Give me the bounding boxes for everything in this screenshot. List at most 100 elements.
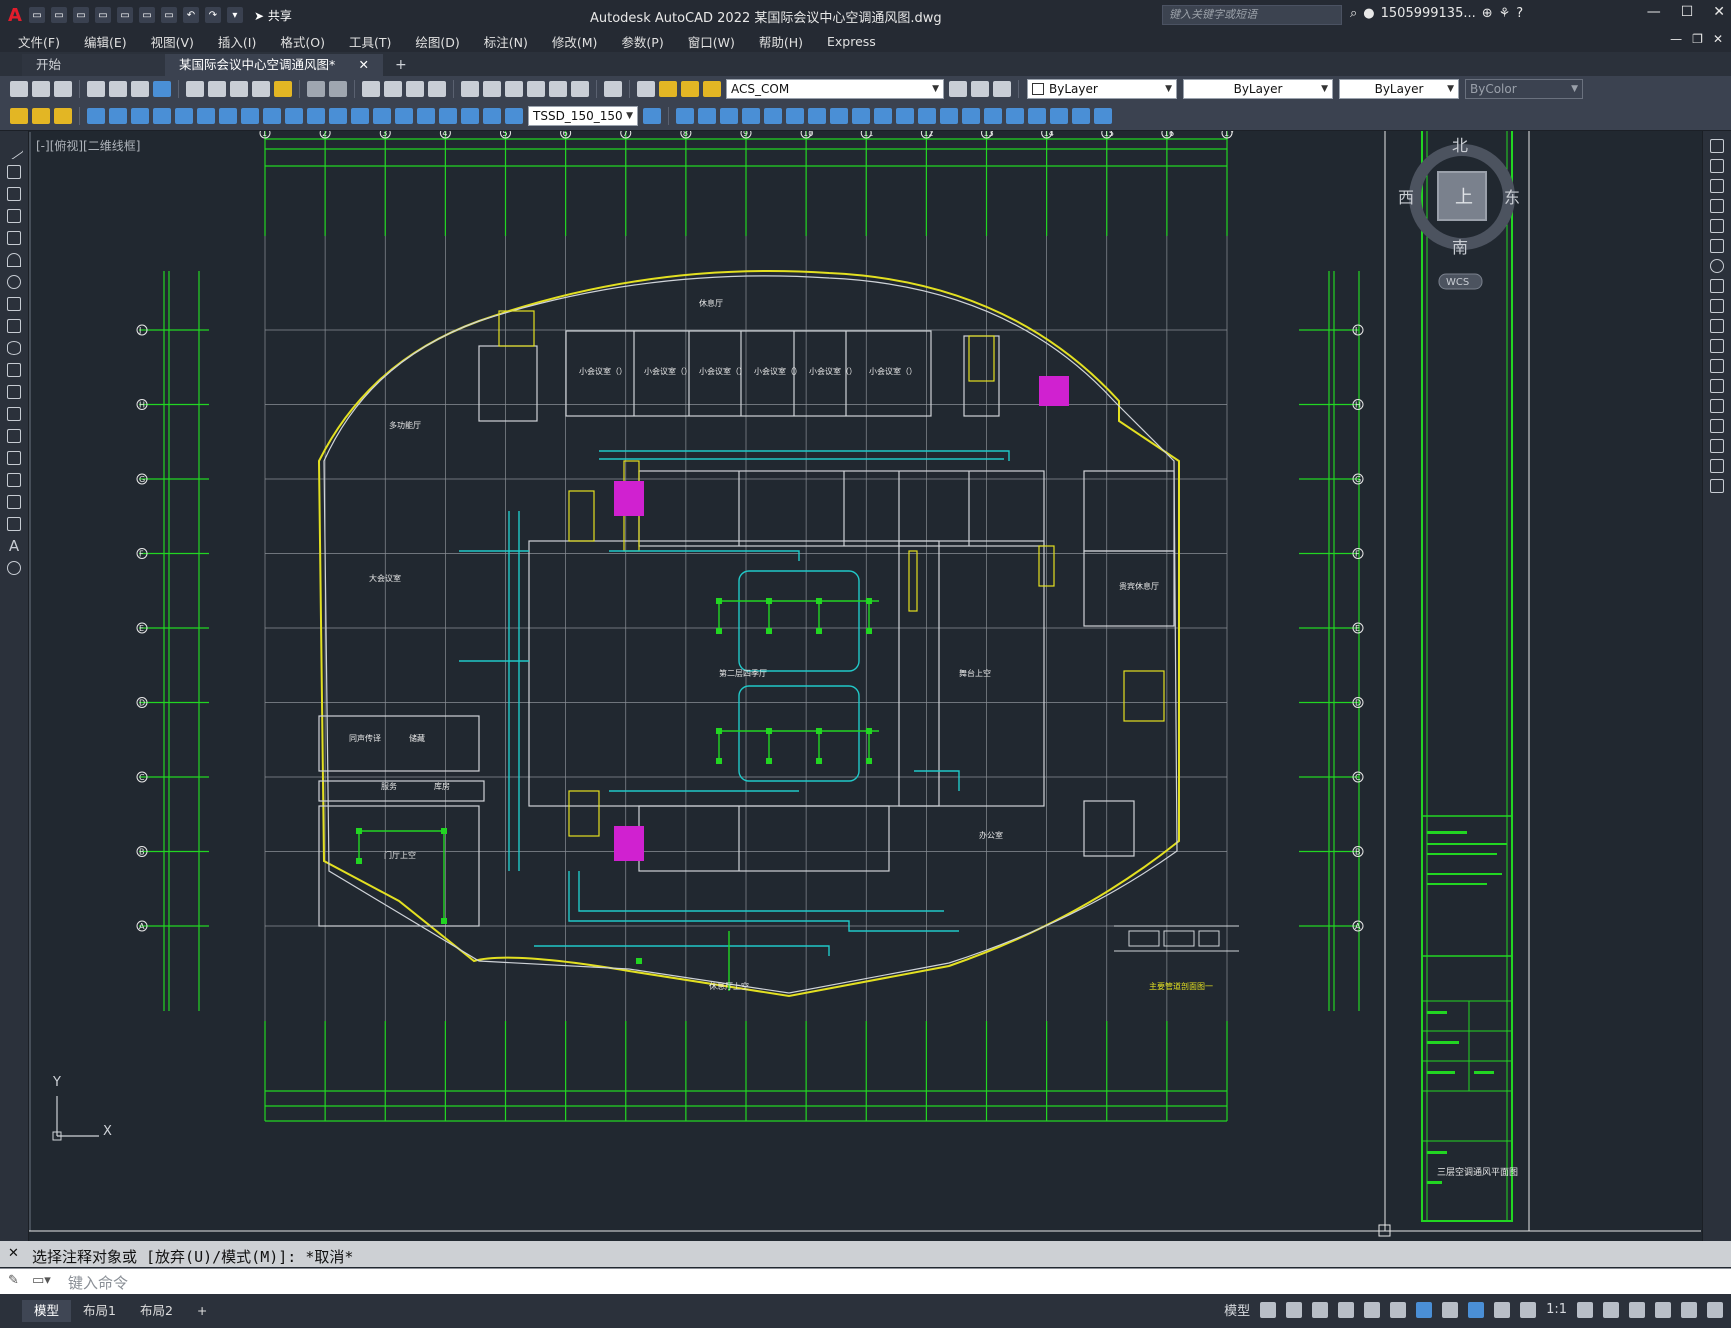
tab-start[interactable]: 开始 [22, 54, 165, 76]
new-tab-button[interactable]: + [383, 54, 419, 76]
plot-preview-icon[interactable] [109, 81, 127, 97]
cart-icon[interactable]: ⊕ [1482, 6, 1493, 21]
markup-icon[interactable] [549, 81, 567, 97]
viewport-controls[interactable]: [-][俯视][二维线框] [36, 137, 140, 154]
save-as-icon[interactable]: ▭ [94, 7, 111, 23]
command-close-icon[interactable]: ✕ [8, 1246, 19, 1261]
baseline-icon[interactable] [285, 108, 303, 124]
layout-tab-2[interactable]: 布局2 [128, 1300, 185, 1322]
copy-icon[interactable] [208, 81, 226, 97]
ordinate-icon[interactable] [153, 108, 171, 124]
modify-erase-icon[interactable] [1006, 108, 1024, 124]
dim-break-icon[interactable] [351, 108, 369, 124]
tab-close-icon[interactable]: ✕ [359, 54, 369, 76]
ortho-icon[interactable] [1312, 1301, 1329, 1318]
save-icon[interactable]: ▭ [72, 7, 89, 23]
circle-icon[interactable] [7, 275, 21, 289]
region-icon[interactable] [7, 495, 21, 509]
wrench-icon[interactable]: ✎ [8, 1273, 19, 1288]
array-icon[interactable] [1710, 219, 1724, 233]
compass-south[interactable]: 南 [1452, 238, 1468, 257]
customize-icon[interactable] [1707, 1301, 1723, 1318]
erase-icon[interactable] [1710, 139, 1724, 153]
cut-icon[interactable] [186, 81, 204, 97]
modify-chamfer-icon[interactable] [940, 108, 958, 124]
zoom-previous-icon[interactable] [428, 81, 446, 97]
line-icon[interactable] [4, 140, 24, 160]
dimstyle-dropdown[interactable]: TSSD_150_150 ▼ [528, 106, 638, 126]
move-icon[interactable] [1710, 239, 1724, 253]
plus-icon[interactable] [1603, 1301, 1619, 1318]
modify-extend-icon[interactable] [874, 108, 892, 124]
redo-icon[interactable] [329, 81, 347, 97]
dim-space-icon[interactable] [329, 108, 347, 124]
menu-draw[interactable]: 绘图(D) [403, 32, 471, 51]
menu-dimension[interactable]: 标注(N) [472, 32, 540, 51]
workspace-icon[interactable]: ▾ [226, 7, 243, 23]
search-input[interactable]: 键入关键字或短语 [1162, 5, 1342, 25]
command-input[interactable]: 键入命令 [68, 1272, 128, 1293]
user-icon[interactable]: ● [1363, 6, 1374, 21]
dim-update-icon[interactable] [505, 108, 523, 124]
join-icon[interactable] [1710, 399, 1724, 413]
menu-express[interactable]: Express [815, 34, 888, 49]
plot-icon[interactable]: ▭ [160, 7, 177, 23]
chamfer-icon[interactable] [1710, 419, 1724, 433]
zoom-window-icon[interactable] [406, 81, 424, 97]
modify-break-icon[interactable] [896, 108, 914, 124]
polygon-icon[interactable] [7, 209, 21, 223]
drawing-canvas[interactable]: 三层空调通风平面图 主要管道剖面图一 1 2 3 4 5 6 7 8 9 10 … [29, 120, 1701, 1241]
annotation-visibility-icon[interactable] [1468, 1301, 1485, 1318]
zoom-realtime-icon[interactable] [384, 81, 402, 97]
layout-tab-1[interactable]: 布局1 [71, 1300, 128, 1322]
jogged-linear-icon[interactable] [439, 108, 457, 124]
plot-icon[interactable] [87, 81, 105, 97]
search-icon[interactable]: ⌕ [1350, 6, 1357, 21]
compass-east[interactable]: 东 [1504, 188, 1520, 207]
open-file-icon[interactable]: ▭ [50, 7, 67, 23]
drawing-svg[interactable]: 三层空调通风平面图 主要管道剖面图一 1 2 3 4 5 6 7 8 9 10 … [29, 120, 1701, 1241]
layer-on-icon[interactable] [659, 81, 677, 97]
new-icon[interactable] [10, 81, 28, 97]
tool-palettes-icon[interactable] [505, 81, 523, 97]
scale-value[interactable]: 1:1 [1546, 1302, 1567, 1317]
new-file-icon[interactable]: ▭ [28, 7, 45, 23]
isolate-icon[interactable] [1655, 1301, 1671, 1318]
table-icon[interactable] [7, 517, 21, 531]
point-icon[interactable] [7, 429, 21, 443]
maximize-icon[interactable]: ☐ [1681, 4, 1694, 20]
copy-icon[interactable] [1710, 159, 1724, 173]
menu-insert[interactable]: 插入(I) [206, 32, 268, 51]
ellipse-arc-icon[interactable] [7, 363, 21, 377]
dim-text-edit-icon[interactable] [483, 108, 501, 124]
dimstyle-icon[interactable] [643, 108, 661, 124]
break-icon[interactable] [1710, 379, 1724, 393]
modify-offset-icon[interactable] [720, 108, 738, 124]
modify-pedit-icon[interactable] [1072, 108, 1090, 124]
lineweight-icon[interactable] [1442, 1301, 1459, 1318]
trim-icon[interactable] [1710, 319, 1724, 333]
menu-modify[interactable]: 修改(M) [540, 32, 610, 51]
modify-copy-icon[interactable] [676, 108, 694, 124]
mtext-icon[interactable]: A [7, 539, 21, 554]
modify-join-icon[interactable] [918, 108, 936, 124]
break-at-point-icon[interactable] [1710, 359, 1724, 373]
paste-icon[interactable] [230, 81, 248, 97]
aligned-dim-icon[interactable] [109, 108, 127, 124]
tolerance-icon[interactable] [373, 108, 391, 124]
doc-minimize-icon[interactable]: — [1670, 32, 1682, 46]
snap-icon[interactable] [1286, 1301, 1303, 1318]
modify-array-icon[interactable] [742, 108, 760, 124]
text-front-icon[interactable] [32, 108, 50, 124]
menu-view[interactable]: 视图(V) [139, 32, 206, 51]
menu-edit[interactable]: 编辑(E) [72, 32, 139, 51]
hardware-accel-icon[interactable] [1629, 1301, 1645, 1318]
undo-icon[interactable]: ↶ [182, 7, 199, 23]
pan-icon[interactable] [362, 81, 380, 97]
publish-icon[interactable] [131, 81, 149, 97]
linetype-dropdown[interactable]: ByLayer ▼ [1183, 79, 1333, 99]
dim-edit-icon[interactable] [461, 108, 479, 124]
add-layout-button[interactable]: + [185, 1300, 219, 1322]
tab-drawing[interactable]: 某国际会议中心空调通风图* ✕ [165, 54, 383, 76]
properties-icon[interactable] [461, 81, 479, 97]
